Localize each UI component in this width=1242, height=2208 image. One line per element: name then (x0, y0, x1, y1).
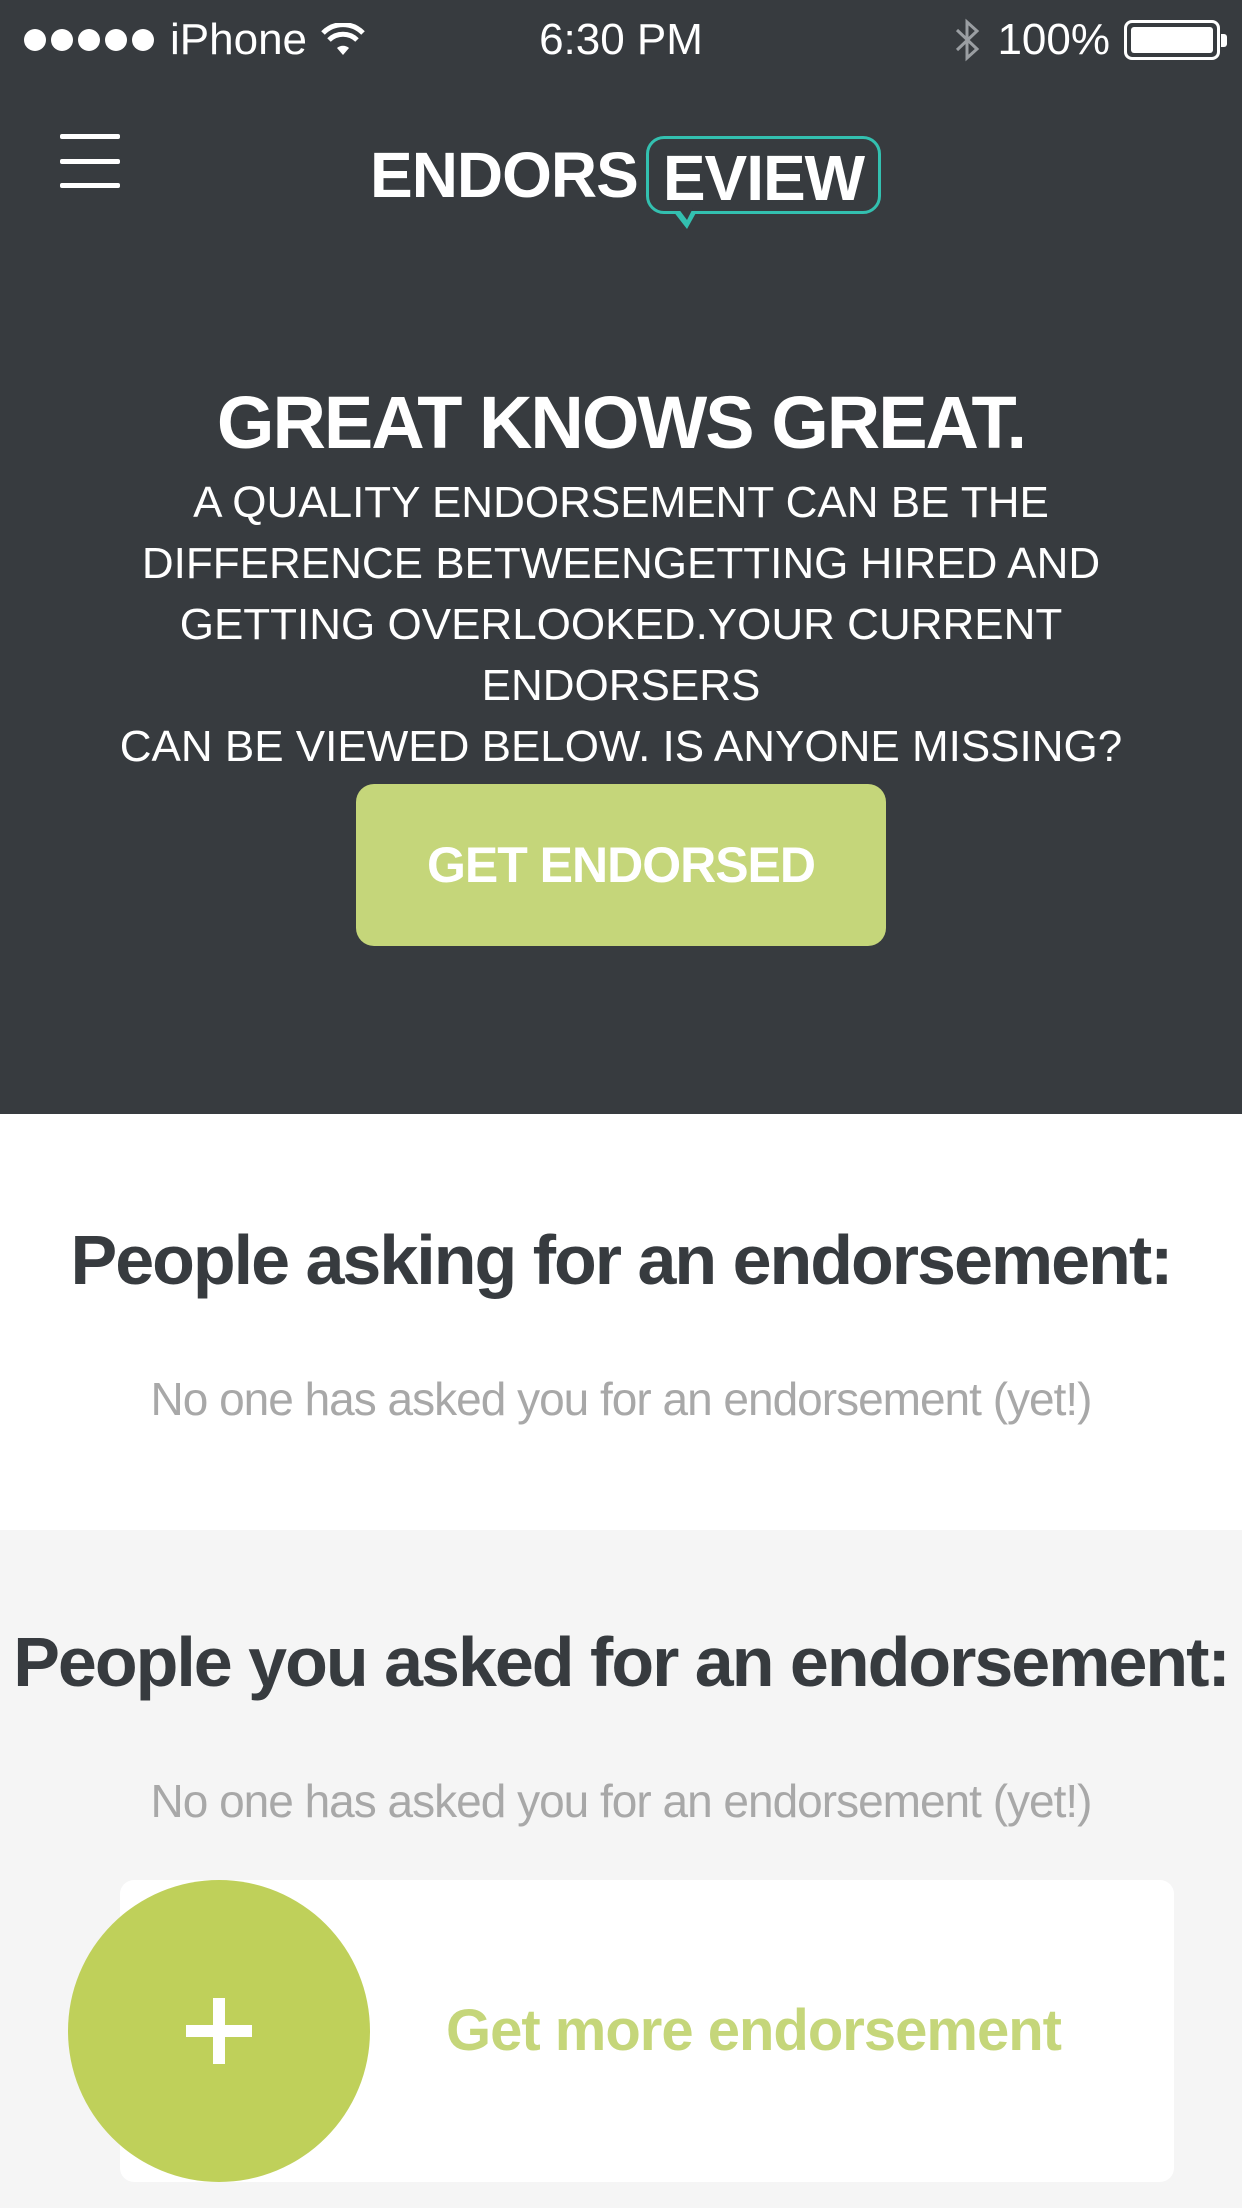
get-more-endorsement-label: Get more endorsement (446, 1998, 1062, 2063)
battery-percent: 100% (997, 15, 1110, 64)
hero-description-line: A QUALITY ENDORSEMENT CAN BE THE (193, 478, 1049, 527)
people-asked-section: People you asked for an endorsement: No … (0, 1530, 1242, 2208)
hero-section: ENDORS EVIEW GREAT KNOWS GREAT. A QUALIT… (0, 80, 1242, 1114)
empty-state-text: No one has asked you for an endorsement … (150, 1775, 1092, 1827)
people-asking-section: People asking for an endorsement: No one… (0, 1114, 1242, 1530)
logo-text-left: ENDORS (370, 139, 639, 211)
empty-state-text: No one has asked you for an endorsement … (150, 1373, 1092, 1425)
plus-icon (213, 1998, 225, 2064)
hero-title: GREAT KNOWS GREAT. (216, 381, 1027, 464)
get-endorsed-button[interactable]: GET ENDORSED (356, 784, 886, 946)
app-logo: ENDORS EVIEW (370, 136, 882, 229)
logo-text-right: EVIEW (662, 142, 865, 214)
logo-speech-bubble: EVIEW (645, 136, 882, 229)
add-endorsement-button[interactable] (68, 1880, 370, 2182)
section-title: People asking for an endorsement: (70, 1221, 1174, 1299)
battery-fill (1131, 27, 1213, 53)
hero-description-line: GETTING OVERLOOKED.YOUR CURRENT ENDORSER… (179, 600, 1063, 710)
hero-description: A QUALITY ENDORSEMENT CAN BE THE DIFFERE… (50, 472, 1192, 777)
status-right: 100% (953, 14, 1227, 66)
section-title: People you asked for an endorsement: (13, 1623, 1231, 1701)
hero-description-line: CAN BE VIEWED BELOW. IS ANYONE MISSING? (119, 722, 1123, 771)
speech-bubble-tail-icon (672, 208, 697, 229)
bluetooth-icon (956, 18, 980, 62)
status-bar: iPhone 6:30 PM 100% (0, 0, 1242, 80)
hamburger-icon[interactable] (52, 126, 128, 196)
battery-icon (1124, 20, 1227, 60)
hero-description-line: DIFFERENCE BETWEENGETTING HIRED AND (141, 539, 1101, 588)
